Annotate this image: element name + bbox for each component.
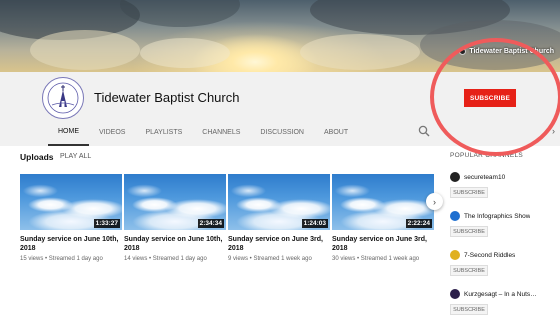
video-duration: 1:24:03: [301, 219, 328, 228]
video-thumbnail[interactable]: 1:24:03: [228, 174, 330, 230]
tab-playlists[interactable]: PLAYLISTS: [135, 119, 192, 146]
video-meta: 14 views • Streamed 1 day ago: [124, 256, 207, 262]
channel-avatar-icon[interactable]: [450, 289, 460, 299]
video-card[interactable]: 2:22:24 Sunday service on June 3rd, 2018…: [332, 174, 434, 264]
shelf-next-button[interactable]: ›: [426, 193, 443, 210]
related-channel: 7-Second Riddles SUBSCRIBE: [450, 250, 560, 276]
video-duration: 2:34:34: [197, 219, 224, 228]
tab-home[interactable]: HOME: [48, 119, 89, 146]
video-card[interactable]: 1:33:27 Sunday service on June 10th, 201…: [20, 174, 122, 264]
banner-channel-link[interactable]: Tidewater Baptist Church: [459, 48, 554, 55]
channel-avatar-icon[interactable]: [450, 172, 460, 182]
video-title[interactable]: Sunday service on June 3rd, 2018: [228, 235, 330, 253]
video-duration: 2:22:24: [405, 219, 432, 228]
related-channel: The Infographics Show SUBSCRIBE: [450, 211, 560, 237]
related-channel-name[interactable]: 7-Second Riddles: [464, 252, 515, 259]
banner-channel-link-label: Tidewater Baptist Church: [469, 48, 554, 55]
channel-avatar[interactable]: [42, 77, 84, 119]
video-card[interactable]: 1:24:03 Sunday service on June 3rd, 2018…: [228, 174, 330, 264]
popular-channels-heading: POPULAR CHANNELS: [450, 152, 524, 159]
channel-avatar-icon[interactable]: [450, 250, 460, 260]
channel-tabs: HOME VIDEOS PLAYLISTS CHANNELS DISCUSSIO…: [48, 119, 358, 146]
video-thumbnail[interactable]: 2:34:34: [124, 174, 226, 230]
video-card[interactable]: 2:34:34 Sunday service on June 10th, 201…: [124, 174, 226, 264]
video-title[interactable]: Sunday service on June 3rd, 2018: [332, 235, 434, 253]
related-subscribe-button[interactable]: SUBSCRIBE: [450, 187, 488, 198]
tab-videos[interactable]: VIDEOS: [89, 119, 135, 146]
video-meta: 30 views • Streamed 1 week ago: [332, 256, 420, 262]
search-icon[interactable]: [418, 125, 430, 137]
related-subscribe-button[interactable]: SUBSCRIBE: [450, 304, 488, 315]
channel-header: Tidewater Baptist Church SUBSCRIBE HOME …: [0, 72, 560, 146]
subscribe-button[interactable]: SUBSCRIBE: [464, 89, 516, 107]
related-channel: secureteam10 SUBSCRIBE: [450, 172, 560, 198]
tab-about[interactable]: ABOUT: [314, 119, 358, 146]
chevron-right-icon: ›: [433, 196, 436, 207]
channel-banner: Tidewater Baptist Church: [0, 0, 560, 72]
video-meta: 15 views • Streamed 1 day ago: [20, 256, 103, 262]
video-title[interactable]: Sunday service on June 10th, 2018: [124, 235, 226, 253]
related-channel-name[interactable]: secureteam10: [464, 174, 505, 181]
chevron-right-icon[interactable]: ›: [552, 126, 555, 136]
video-duration: 1:33:27: [93, 219, 120, 228]
channel-name: Tidewater Baptist Church: [94, 90, 240, 105]
video-thumbnail[interactable]: 2:22:24: [332, 174, 434, 230]
video-title[interactable]: Sunday service on June 10th, 2018: [20, 235, 122, 253]
video-thumbnail[interactable]: 1:33:27: [20, 174, 122, 230]
related-channel-name[interactable]: Kurzgesagt – In a Nuts…: [464, 291, 537, 298]
tab-discussion[interactable]: DISCUSSION: [250, 119, 314, 146]
channel-avatar-icon[interactable]: [450, 211, 460, 221]
uploads-heading: Uploads: [20, 152, 54, 162]
play-all-button[interactable]: PLAY ALL: [60, 153, 91, 160]
related-channel: Kurzgesagt – In a Nuts… SUBSCRIBE: [450, 289, 560, 315]
church-steeple-icon: [47, 82, 79, 114]
tab-channels[interactable]: CHANNELS: [192, 119, 250, 146]
channel-mini-icon: [459, 48, 467, 55]
related-channel-name[interactable]: The Infographics Show: [464, 213, 530, 220]
related-subscribe-button[interactable]: SUBSCRIBE: [450, 265, 488, 276]
related-subscribe-button[interactable]: SUBSCRIBE: [450, 226, 488, 237]
video-meta: 9 views • Streamed 1 week ago: [228, 256, 312, 262]
